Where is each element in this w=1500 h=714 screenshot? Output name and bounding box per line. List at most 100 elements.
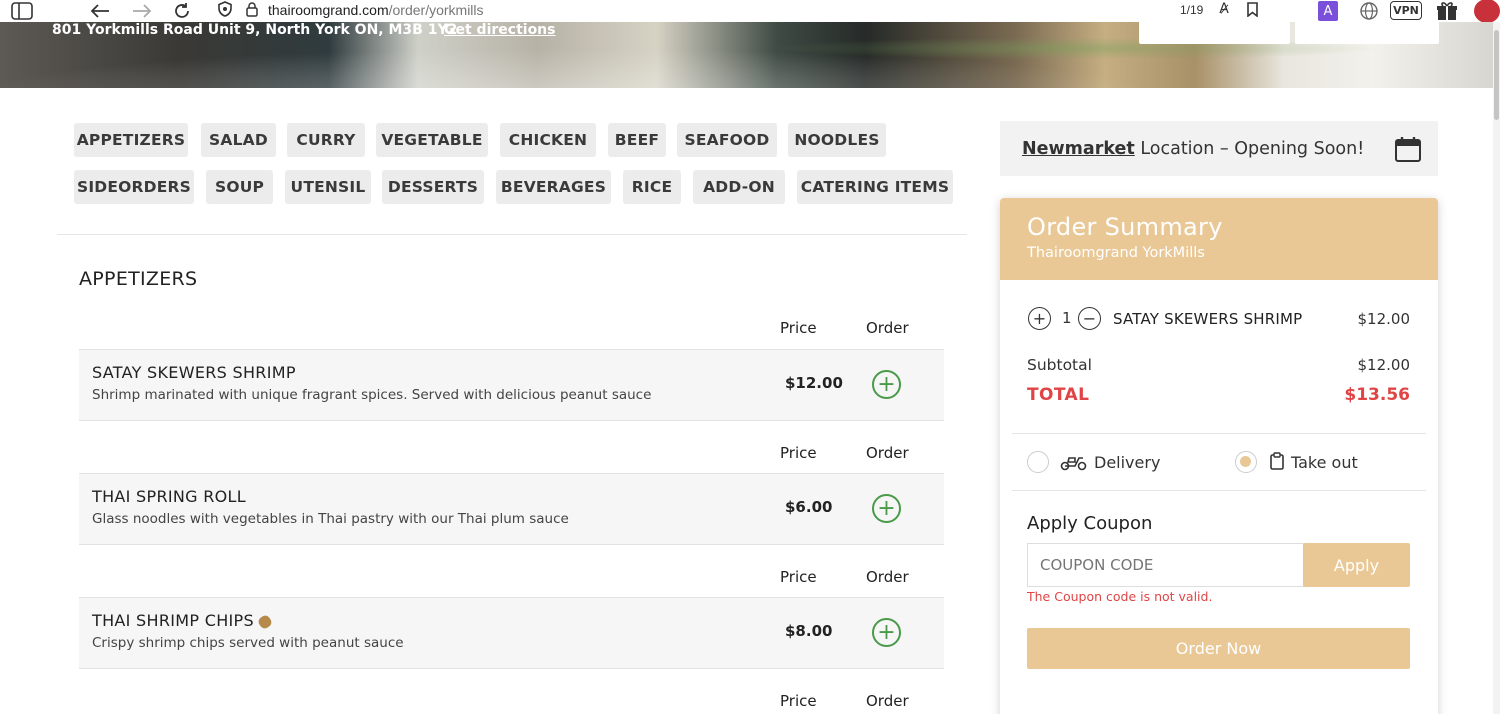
subtotal-value: $12.00 [1357,356,1411,374]
browser-toolbar: thairoomgrand.com/order/yorkmills 1/19 A… [0,0,1500,23]
hero-button-left[interactable] [1139,22,1290,44]
category-chip-beef[interactable]: BEEF [608,123,666,157]
price-header: Price [780,444,817,462]
delivery-label[interactable]: Delivery [1094,453,1160,472]
category-chip-chicken[interactable]: CHICKEN [500,123,596,157]
plus-icon: + [1032,308,1047,328]
notice-text: Newmarket Location – Opening Soon! [1022,139,1364,159]
get-directions-link[interactable]: Get directions [444,22,555,38]
plus-icon: + [877,619,896,645]
menu-item-row: THAI SHRIMP CHIPS Crispy shrimp chips se… [79,597,944,669]
cart-item-price: $12.00 [1357,310,1411,328]
back-icon[interactable] [88,0,112,22]
menu-item-name-text: THAI SHRIMP CHIPS [92,611,254,630]
price-header: Price [780,319,817,337]
menu-item-row: SATAY SKEWERS SHRIMP Shrimp marinated wi… [79,349,944,421]
hero-button-right[interactable] [1295,22,1439,44]
category-chip-beverages[interactable]: BEVERAGES [496,170,611,204]
category-chip-rice[interactable]: RICE [623,170,681,204]
subtotal-label: Subtotal [1027,356,1092,374]
total-label: TOTAL [1027,385,1090,405]
scrollbar-thumb[interactable] [1494,30,1499,120]
category-chip-catering-items[interactable]: CATERING ITEMS [797,170,953,204]
forward-icon[interactable] [130,0,154,22]
menu-item-row: THAI SPRING ROLL Glass noodles with vege… [79,473,944,545]
menu-item-description: Shrimp marinated with unique fragrant sp… [92,387,652,403]
coupon-code-input[interactable] [1027,543,1304,587]
summary-divider [1012,490,1426,491]
bookmark-icon[interactable] [1244,0,1260,20]
page-counter: 1/19 [1180,3,1204,17]
reload-icon[interactable] [170,0,194,22]
delivery-radio[interactable] [1027,451,1049,473]
category-chip-salad[interactable]: SALAD [201,123,276,157]
apply-coupon-button[interactable]: Apply [1303,543,1410,587]
category-chip-noodles[interactable]: NOODLES [788,123,886,157]
price-header: Price [780,568,817,586]
add-to-order-button[interactable]: + [872,494,901,523]
menu-item-name: SATAY SKEWERS SHRIMP [92,363,296,382]
cart-item-name: SATAY SKEWERS SHRIMP [1113,310,1303,328]
coupon-error-message: The Coupon code is not valid. [1027,589,1213,604]
order-summary-title: Order Summary [1027,213,1223,241]
location-notice: Newmarket Location – Opening Soon! [1000,121,1438,176]
shield-icon[interactable] [216,0,234,20]
scooter-icon [1060,457,1087,471]
newmarket-link[interactable]: Newmarket [1022,139,1135,159]
order-header: Order [866,319,909,337]
order-now-button[interactable]: Order Now [1027,628,1410,669]
category-chip-desserts[interactable]: DESSERTS [382,170,484,204]
category-chip-curry[interactable]: CURRY [287,123,365,157]
menu-item-name: THAI SHRIMP CHIPS [92,611,274,630]
price-header: Price [780,692,817,710]
gift-icon[interactable] [1434,0,1460,22]
menu-item-price: $6.00 [785,498,833,516]
category-chip-add-on[interactable]: ADD-ON [693,170,785,204]
summary-divider [1012,433,1426,434]
category-chip-seafood[interactable]: SEAFOOD [677,123,777,157]
total-value: $13.56 [1344,385,1410,405]
url-path: /order/yorkmills [388,2,484,18]
lock-icon[interactable] [244,0,260,20]
minus-icon: − [1082,308,1097,328]
globe-icon[interactable] [1358,0,1380,22]
takeout-radio[interactable] [1235,451,1257,473]
add-to-order-button[interactable]: + [872,370,901,399]
menu-item-description: Crispy shrimp chips served with peanut s… [92,635,404,651]
order-summary-panel: Order Summary Thairoomgrand YorkMills + … [1000,198,1438,714]
section-title: APPETIZERS [79,268,198,290]
address-bar[interactable]: thairoomgrand.com/order/yorkmills 1/19 A… [210,0,1268,22]
menu-item-description: Glass noodles with vegetables in Thai pa… [92,511,569,527]
category-chip-utensil[interactable]: UTENSIL [285,170,371,204]
restaurant-address: 801 Yorkmills Road Unit 9, North York ON… [52,22,458,38]
decrease-quantity-button[interactable]: − [1078,307,1101,330]
menu-divider [57,234,967,235]
category-chip-appetizers[interactable]: APPETIZERS [74,123,188,157]
calendar-icon [1395,137,1421,162]
category-chip-soup[interactable]: SOUP [206,170,273,204]
vpn-badge[interactable]: VPN [1390,1,1422,20]
menu-item-price: $12.00 [785,374,843,392]
add-to-order-button[interactable]: + [872,618,901,647]
hero-banner: 801 Yorkmills Road Unit 9, North York ON… [0,22,1493,88]
increase-quantity-button[interactable]: + [1028,307,1051,330]
takeout-label[interactable]: Take out [1291,453,1358,472]
order-summary-subtitle: Thairoomgrand YorkMills [1027,245,1205,261]
url-text[interactable]: thairoomgrand.com/order/yorkmills [268,2,484,18]
notice-message: Location – Opening Soon! [1134,139,1365,159]
extension-icon[interactable]: A [1318,1,1338,21]
apply-coupon-title: Apply Coupon [1027,513,1153,534]
category-chip-vegetable[interactable]: VEGETABLE [376,123,488,157]
order-header: Order [866,444,909,462]
scrollbar-track[interactable] [1493,22,1500,714]
profile-avatar[interactable] [1474,0,1500,23]
sidebar-toggle-icon[interactable] [10,0,34,22]
menu-item-price: $8.00 [785,622,833,640]
order-summary-header: Order Summary Thairoomgrand YorkMills [1000,198,1438,280]
plus-icon: + [877,495,896,521]
translate-icon[interactable]: A̷ [1214,0,1234,20]
order-header: Order [866,692,909,710]
menu-item-name: THAI SPRING ROLL [92,487,246,506]
category-chip-sideorders[interactable]: SIDEORDERS [74,170,194,204]
url-domain: thairoomgrand.com [268,2,389,18]
